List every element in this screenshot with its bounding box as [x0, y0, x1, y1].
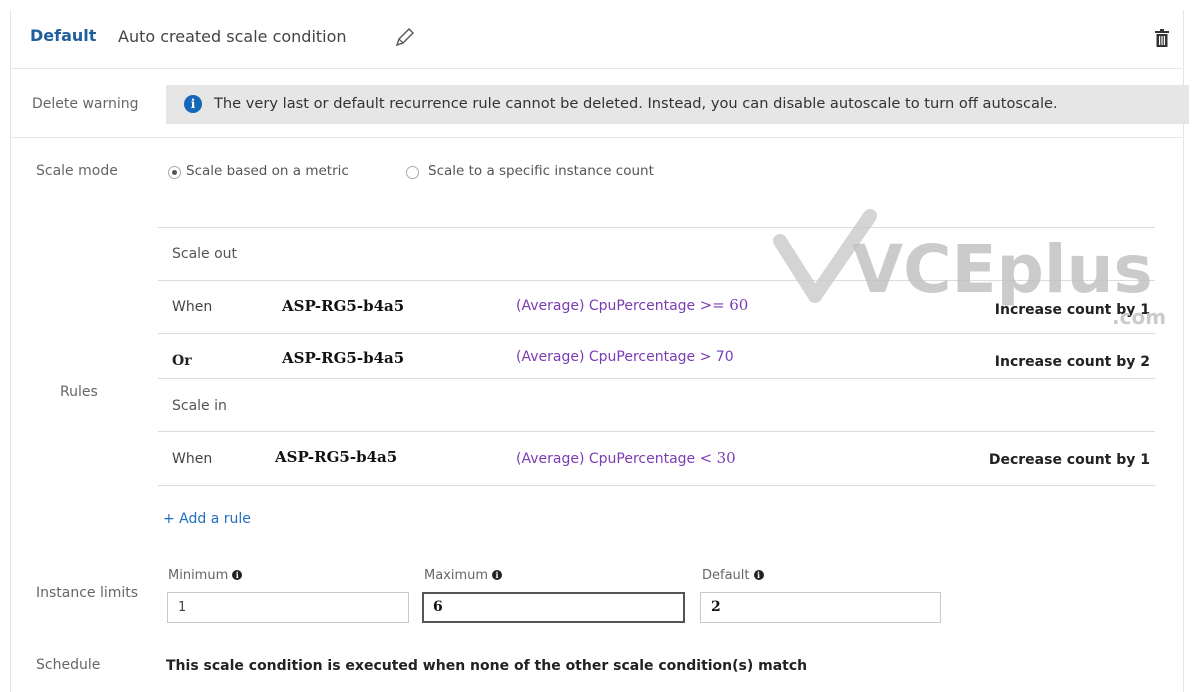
minimum-label: Minimum i	[168, 568, 243, 583]
watermark-text: VCEplus	[852, 231, 1153, 308]
scale-count-option[interactable]: Scale to a specific instance count	[428, 163, 654, 179]
condition-header: Default Auto created scale condition	[10, 10, 1182, 69]
rule-resource: ASP-RG5-b4a5	[282, 297, 405, 315]
default-label: Default	[30, 26, 97, 45]
info-icon: i	[753, 570, 764, 580]
info-icon: i	[184, 95, 202, 113]
rules-divider	[158, 431, 1155, 432]
rule-metric: (Average) CpuPercentage >= 60	[516, 296, 749, 314]
rule-action: Decrease count by 1	[988, 452, 1150, 468]
scale-mode-label: Scale mode	[36, 163, 118, 179]
minimum-input[interactable]: 1	[167, 592, 409, 623]
delete-trash-icon[interactable]	[1154, 28, 1170, 48]
rules-divider	[158, 378, 1155, 379]
rule-action: Increase count by 2	[994, 354, 1150, 370]
condition-name: Auto created scale condition	[118, 27, 347, 46]
watermark-subtext: .com	[1112, 305, 1166, 329]
scale-metric-radio[interactable]	[168, 166, 181, 179]
rule-condition: When	[172, 451, 213, 467]
divider	[10, 137, 1182, 138]
schedule-text: This scale condition is executed when no…	[166, 658, 808, 674]
scale-in-label: Scale in	[172, 398, 227, 414]
rule-metric: (Average) CpuPercentage < 30	[516, 449, 736, 467]
scale-count-radio[interactable]	[406, 166, 419, 179]
rule-resource: ASP-RG5-b4a5	[282, 349, 405, 367]
info-icon: i	[232, 570, 243, 580]
add-rule-link[interactable]: + Add a rule	[163, 511, 251, 527]
rules-label: Rules	[60, 384, 98, 400]
watermark: VCEplus .com	[773, 209, 1166, 329]
rule-metric: (Average) CpuPercentage > 70	[516, 349, 734, 365]
rule-resource: ASP-RG5-b4a5	[275, 448, 398, 466]
default-input[interactable]: 2	[700, 592, 941, 623]
schedule-label: Schedule	[36, 657, 101, 673]
delete-warning-banner: i The very last or default recurrence ru…	[166, 85, 1189, 124]
rule-condition: When	[172, 299, 213, 315]
instance-limits-label: Instance limits	[36, 585, 139, 601]
delete-warning-label: Delete warning	[32, 96, 139, 112]
rules-divider	[158, 485, 1155, 486]
delete-warning-text: The very last or default recurrence rule…	[214, 95, 1058, 112]
info-icon: i	[492, 570, 503, 580]
scale-out-label: Scale out	[172, 246, 238, 262]
maximum-input[interactable]: 6	[422, 592, 685, 623]
rule-condition: Or	[172, 353, 192, 369]
default-label: Default i	[702, 568, 764, 583]
scale-metric-option[interactable]: Scale based on a metric	[186, 163, 349, 179]
maximum-label: Maximum i	[424, 568, 503, 583]
edit-pencil-icon[interactable]	[394, 26, 416, 48]
